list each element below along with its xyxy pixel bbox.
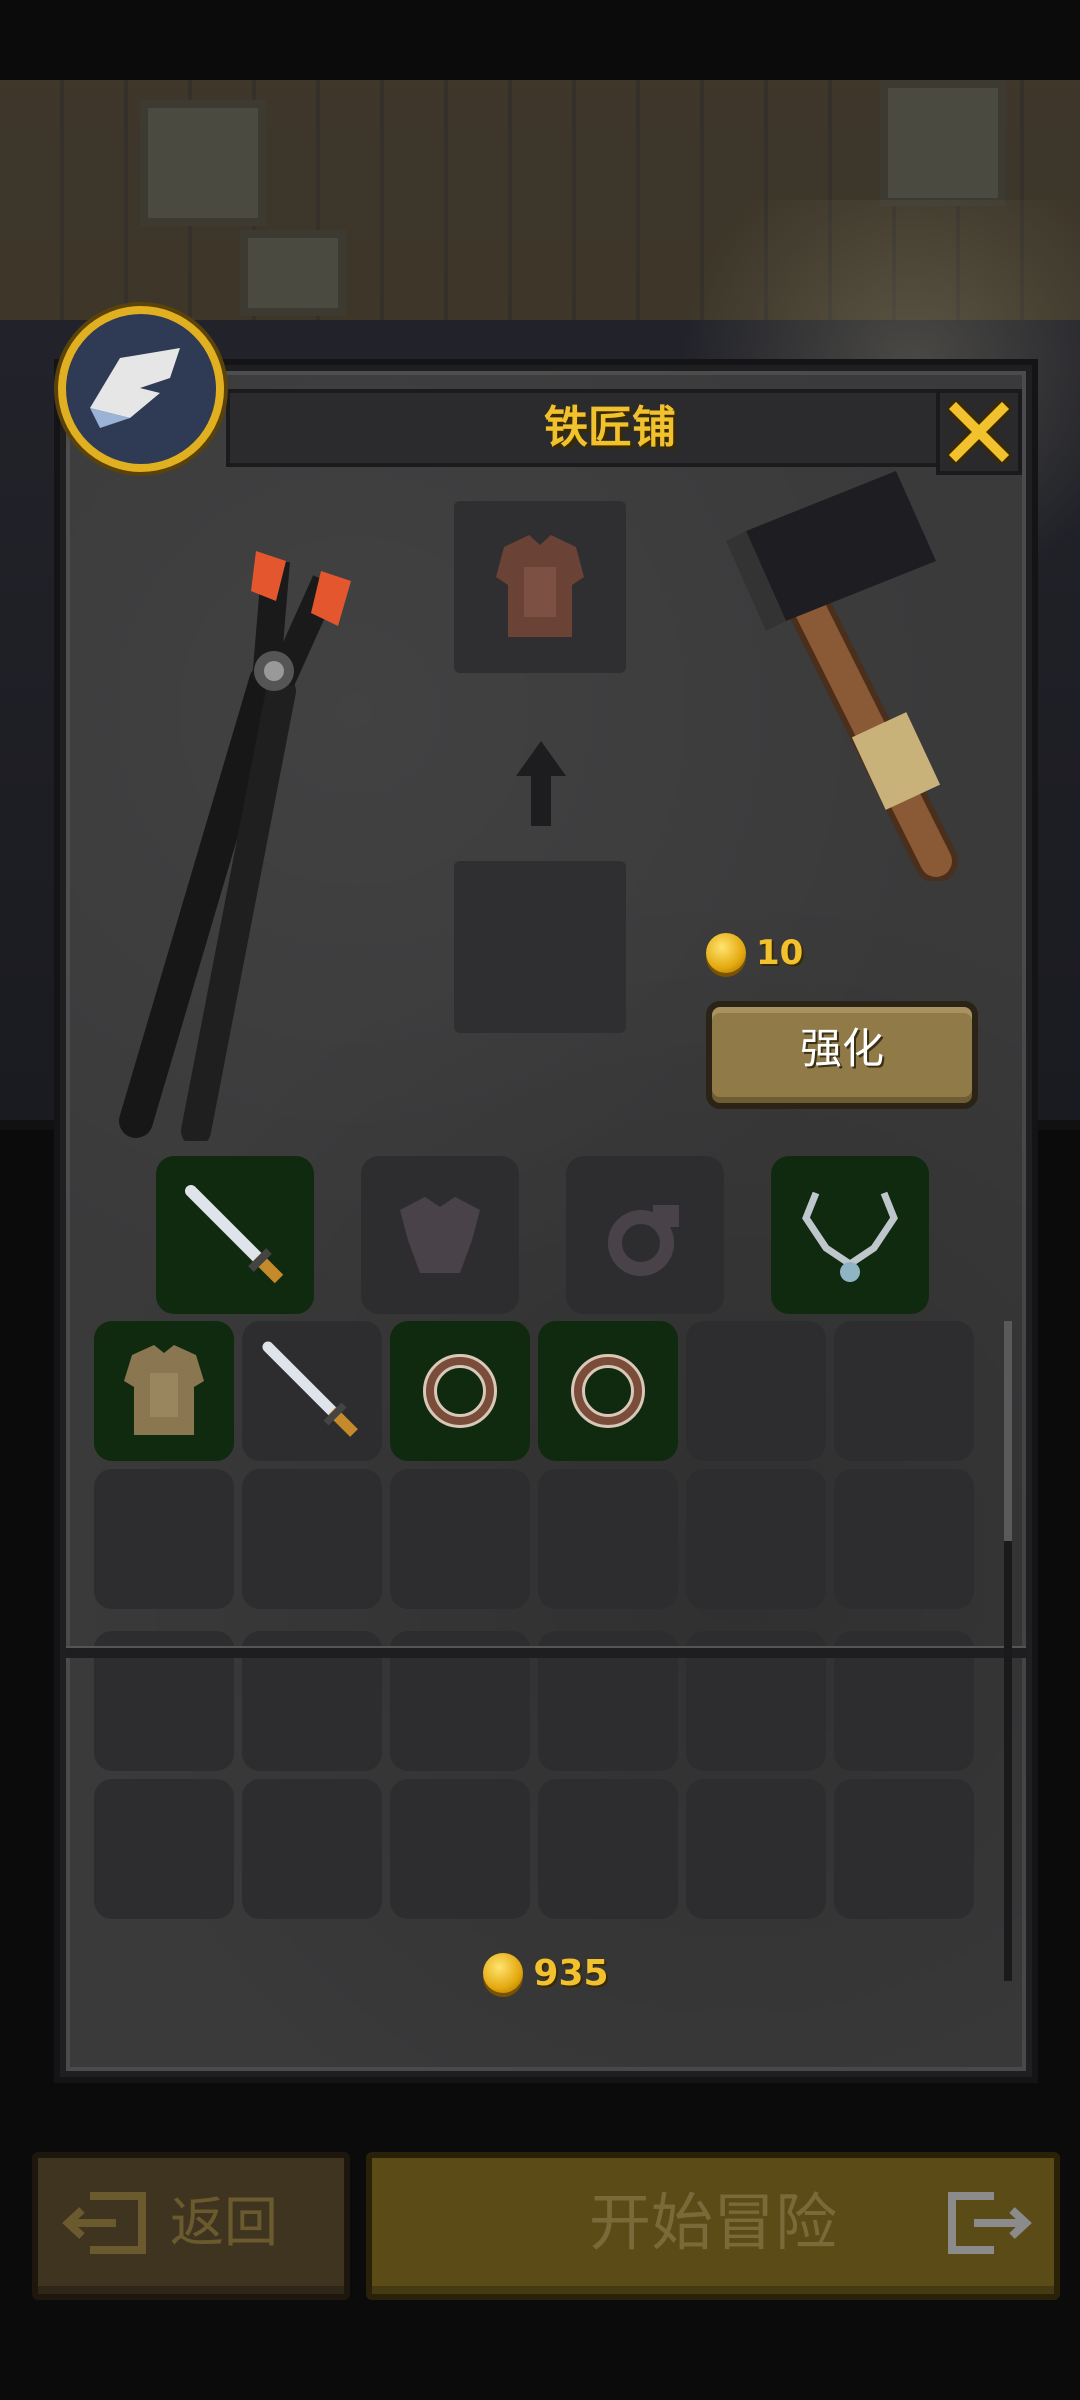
inventory-slot[interactable] — [242, 1779, 382, 1919]
page-title: 铁匠铺 — [544, 402, 676, 453]
inventory-slot[interactable] — [686, 1321, 826, 1461]
game-screen: 铁匠铺 10 强化 935 返回 开始冒险 — [0, 0, 1080, 2400]
inventory-slot[interactable] — [538, 1779, 678, 1919]
blacksmith-badge — [58, 306, 224, 472]
inventory-grid — [94, 1321, 994, 2011]
inventory-slot[interactable] — [390, 1779, 530, 1919]
tongs-icon — [119, 551, 351, 1141]
enhance-cost: 10 — [706, 931, 803, 981]
equip-slot-armor[interactable] — [361, 1156, 519, 1314]
inventory-slot[interactable] — [242, 1469, 382, 1609]
inventory-divider — [66, 1646, 1026, 1658]
dagger-icon — [185, 1185, 284, 1284]
inventory-slot[interactable] — [686, 1779, 826, 1919]
gold-total: 935 — [66, 1951, 1026, 1994]
inventory-slot[interactable] — [242, 1321, 382, 1461]
inventory-slot[interactable] — [94, 1469, 234, 1609]
leather-armor-icon — [496, 535, 584, 637]
start-adventure-button[interactable]: 开始冒险 — [366, 2152, 1060, 2300]
necklace-icon — [802, 1191, 898, 1282]
inventory-scrollbar[interactable] — [1004, 1321, 1012, 1981]
inventory-slot[interactable] — [834, 1321, 974, 1461]
inventory-slot[interactable] — [834, 1469, 974, 1609]
exit-right-icon — [948, 2192, 1032, 2254]
inventory-slot[interactable] — [94, 1779, 234, 1919]
inventory-slot[interactable] — [390, 1321, 530, 1461]
ring-icon — [571, 1354, 645, 1428]
equip-slot-ring[interactable] — [566, 1156, 724, 1314]
input-slot[interactable] — [454, 861, 626, 1033]
ring-silhouette-icon — [608, 1205, 679, 1276]
enhance-button-label: 强化 — [799, 1024, 884, 1073]
leather-armor-icon — [124, 1345, 204, 1435]
inventory-slot[interactable] — [390, 1469, 530, 1609]
coin-icon — [706, 932, 746, 973]
equip-slot-amulet[interactable] — [771, 1156, 929, 1314]
blacksmith-panel: 铁匠铺 10 强化 935 — [60, 365, 1032, 2077]
enhance-button[interactable]: 强化 — [706, 1001, 978, 1109]
ring-icon — [423, 1354, 497, 1428]
inventory-slot[interactable] — [686, 1469, 826, 1609]
title-bar: 铁匠铺 — [226, 389, 994, 467]
hammer-icon — [726, 471, 958, 881]
inventory-slot[interactable] — [538, 1469, 678, 1609]
dagger-icon — [262, 1341, 358, 1437]
equip-slot-weapon[interactable] — [156, 1156, 314, 1314]
exit-left-icon — [62, 2192, 146, 2254]
result-slot[interactable] — [454, 501, 626, 673]
wing-icon — [90, 348, 180, 428]
coin-icon — [483, 1953, 524, 1993]
scrollbar-thumb[interactable] — [1004, 1321, 1012, 1541]
inventory-slot[interactable] — [538, 1321, 678, 1461]
inventory-slot[interactable] — [834, 1779, 974, 1919]
back-label: 返回 — [170, 2191, 278, 2254]
back-button[interactable]: 返回 — [32, 2152, 350, 2300]
arrow-up-icon — [516, 741, 566, 826]
close-icon — [948, 401, 1010, 463]
inventory-slot[interactable] — [94, 1321, 234, 1461]
armor-silhouette-icon — [400, 1197, 480, 1273]
